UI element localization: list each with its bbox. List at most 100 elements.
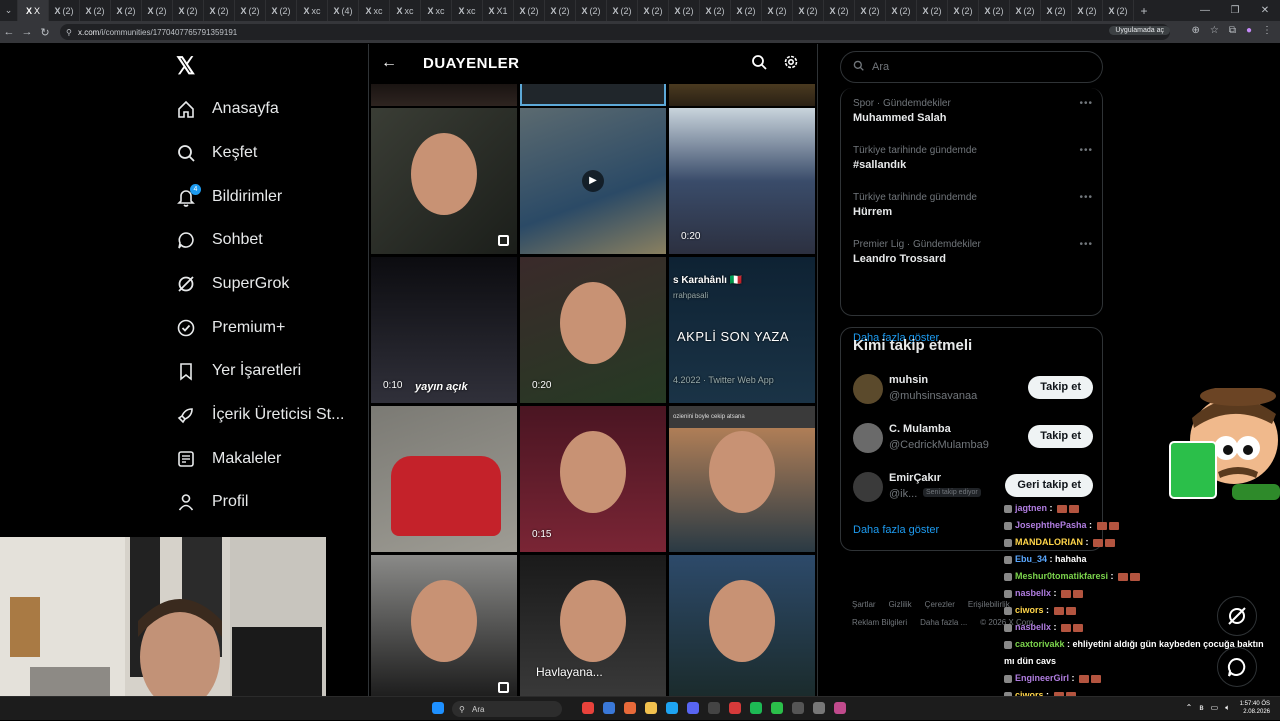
media-tile[interactable] xyxy=(520,84,666,106)
follow-suggestion[interactable]: EmirÇakır @ik... Seni takip ediyor Geri tak… xyxy=(853,470,1093,504)
trend-item[interactable]: Türkiye tarihinde gündemde Hürrem ••• xyxy=(853,192,1093,218)
user-name[interactable]: muhsin xyxy=(889,374,928,386)
back-arrow-icon[interactable]: ← xyxy=(381,54,397,72)
browser-tab[interactable]: X (2) xyxy=(886,0,917,21)
browser-tab[interactable]: X (2) xyxy=(1041,0,1072,21)
follow-button[interactable]: Geri takip et xyxy=(1005,474,1093,497)
browser-tab[interactable]: X (2) xyxy=(576,0,607,21)
media-tile[interactable]: 0:15 xyxy=(520,406,666,552)
open-in-app-chip[interactable]: Uygulamada aç xyxy=(1109,26,1170,35)
spotify-icon[interactable] xyxy=(750,702,762,714)
taskbar-clock[interactable]: 1:57:40 ÖS 2.08.2026 xyxy=(1240,700,1270,716)
more-options-icon[interactable]: ••• xyxy=(1079,98,1093,109)
nav-item-rocket[interactable]: İçerik Üreticisi St... xyxy=(176,400,344,430)
browser-tab[interactable]: X (2) xyxy=(111,0,142,21)
media-tile[interactable] xyxy=(371,555,517,696)
bluetooth-icon[interactable]: ʙ xyxy=(1199,703,1203,713)
avatar[interactable] xyxy=(853,423,883,453)
app-icon[interactable] xyxy=(813,702,825,714)
edge-icon[interactable] xyxy=(666,702,678,714)
x-logo-icon[interactable]: 𝕏 xyxy=(176,52,195,81)
tab-list-button[interactable]: ⌄ xyxy=(0,0,18,21)
browser-tab[interactable]: X (2) xyxy=(917,0,948,21)
media-tile[interactable]: 0:20 xyxy=(520,257,666,403)
footer-link[interactable]: Daha fazla ... xyxy=(920,618,967,627)
explorer-icon[interactable] xyxy=(645,702,657,714)
browser-tab[interactable]: X (2) xyxy=(793,0,824,21)
follow-button[interactable]: Takip et xyxy=(1028,376,1093,399)
media-tile[interactable]: ozienini boyle cekip atsana xyxy=(669,406,815,552)
spotify-alt-icon[interactable] xyxy=(771,702,783,714)
follow-button[interactable]: Takip et xyxy=(1028,425,1093,448)
browser-tab[interactable]: X (2) xyxy=(669,0,700,21)
nav-item-search[interactable]: Keşfet xyxy=(176,138,257,168)
browser-tab[interactable]: X (2) xyxy=(1010,0,1041,21)
media-tile[interactable] xyxy=(371,406,517,552)
trend-item[interactable]: Premier Lig · Gündemdekiler Leandro Tross… xyxy=(853,239,1093,265)
media-tile[interactable]: 0:10 yayın açık xyxy=(371,257,517,403)
calculator-icon[interactable] xyxy=(603,702,615,714)
browser-tab[interactable]: Xxc xyxy=(390,0,421,21)
browser-tab[interactable]: X (2) xyxy=(824,0,855,21)
browser-tab[interactable]: X (2) xyxy=(266,0,297,21)
zoom-icon[interactable]: ⊕ xyxy=(1191,25,1199,36)
browser-tab[interactable]: X (2) xyxy=(545,0,576,21)
browser-tab[interactable]: X (2) xyxy=(731,0,762,21)
avatar[interactable] xyxy=(853,472,883,502)
speaker-icon[interactable]: 🔈︎ xyxy=(1225,703,1230,713)
browser-tab[interactable]: X (2) xyxy=(142,0,173,21)
nav-item-verified[interactable]: Premium+ xyxy=(176,313,285,343)
bookmark-star-icon[interactable]: ☆ xyxy=(1210,25,1219,36)
play-icon[interactable]: ▶ xyxy=(582,170,604,192)
nav-item-person[interactable]: Profil xyxy=(176,487,248,517)
media-tile[interactable] xyxy=(669,84,815,106)
browser-tab[interactable]: X (2) xyxy=(49,0,80,21)
network-icon[interactable]: ▭ xyxy=(1211,703,1219,713)
media-tile[interactable] xyxy=(371,108,517,254)
browser-tab[interactable]: X (2) xyxy=(700,0,731,21)
close-window-button[interactable]: ✕ xyxy=(1250,5,1280,16)
browser-tab[interactable]: X (2) xyxy=(1072,0,1103,21)
follow-suggestion[interactable]: C. Mulamba @CedrickMulamba9 Takip et xyxy=(853,421,1093,455)
browser-tab[interactable]: X (2) xyxy=(1103,0,1134,21)
search-icon[interactable] xyxy=(751,54,767,75)
nav-item-grok[interactable]: SuperGrok xyxy=(176,269,289,299)
media-tile[interactable]: Havlayana... xyxy=(520,555,666,696)
more-options-icon[interactable]: ••• xyxy=(1079,145,1093,156)
nav-item-chat[interactable]: Sohbet xyxy=(176,225,263,255)
browser-tab[interactable]: X (2) xyxy=(173,0,204,21)
browser-tab[interactable]: X (2) xyxy=(638,0,669,21)
browser-tab[interactable]: X X1 xyxy=(483,0,514,21)
trend-item[interactable]: Türkiye tarihinde gündemde #sallandık ••• xyxy=(853,145,1093,171)
steam-icon[interactable] xyxy=(708,702,720,714)
media-icon[interactable] xyxy=(834,702,846,714)
vivaldi-icon[interactable] xyxy=(729,702,741,714)
browser-tab[interactable]: X (2) xyxy=(514,0,545,21)
site-info-icon[interactable]: ⚲ xyxy=(66,28,72,37)
more-options-icon[interactable]: ••• xyxy=(1079,192,1093,203)
browser-tab[interactable]: X (2) xyxy=(762,0,793,21)
nav-item-bell[interactable]: 4 Bildirimler xyxy=(176,182,282,212)
nav-item-article[interactable]: Makaleler xyxy=(176,444,281,474)
media-tile[interactable]: AKPLİ SON YAZA s Karahânlı 🇮🇹 rrahpasali 4.… xyxy=(669,257,815,403)
browser-tab[interactable]: X (2) xyxy=(235,0,266,21)
media-tile[interactable]: 0:20 xyxy=(669,108,815,254)
browser-tab[interactable]: X (2) xyxy=(80,0,111,21)
browser-tab[interactable]: X (2) xyxy=(948,0,979,21)
who-show-more-link[interactable]: Daha fazla göster xyxy=(853,524,939,536)
forward-icon[interactable]: → xyxy=(18,26,36,38)
extensions-icon[interactable]: ⧉ xyxy=(1229,25,1236,36)
chrome-icon[interactable] xyxy=(582,702,594,714)
taskbar-search[interactable]: ⚲ Ara xyxy=(452,701,562,717)
browser-tab[interactable]: Xxc xyxy=(359,0,390,21)
trend-item[interactable]: Spor · Gündemdekiler Muhammed Salah ••• xyxy=(853,98,1093,124)
new-tab-button[interactable]: + xyxy=(1134,4,1154,18)
user-name[interactable]: EmirÇakır xyxy=(889,472,941,484)
browser-tab[interactable]: XX xyxy=(18,0,49,21)
profile-icon[interactable]: ● xyxy=(1246,25,1252,36)
windows-start-icon[interactable] xyxy=(432,702,444,714)
url-field[interactable]: ⚲ x.com/i/communities/177040776579135919… xyxy=(60,24,1170,40)
photos-icon[interactable] xyxy=(624,702,636,714)
browser-tab[interactable]: X (2) xyxy=(204,0,235,21)
reload-icon[interactable]: ↻ xyxy=(36,26,54,39)
